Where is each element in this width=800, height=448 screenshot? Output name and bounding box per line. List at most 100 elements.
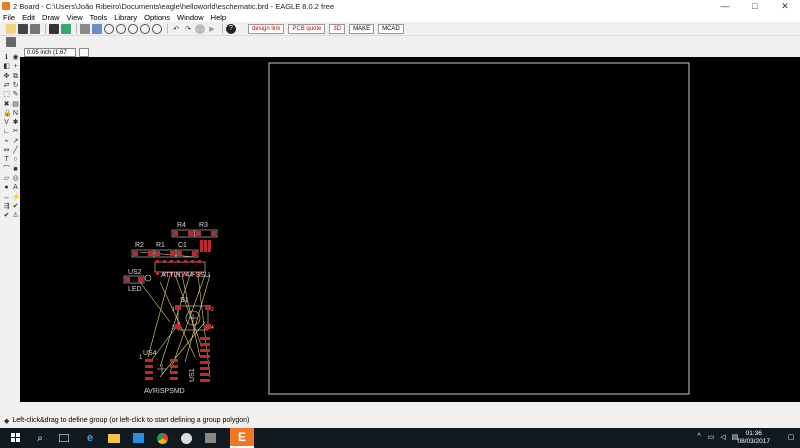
zoom-fit-icon[interactable] (104, 23, 114, 34)
smash-icon[interactable]: ✱ (12, 119, 19, 126)
label-s1-pin4: 4 (211, 325, 214, 331)
chrome-icon[interactable] (150, 428, 174, 448)
mirror-icon[interactable]: ⇄ (3, 82, 10, 89)
component-us4[interactable] (145, 359, 153, 380)
value-icon[interactable]: V (3, 119, 10, 126)
layers-icon[interactable] (92, 23, 102, 34)
dimension-icon[interactable]: ↔ (3, 194, 10, 201)
info-icon[interactable]: ℹ (3, 54, 10, 61)
rect-icon[interactable]: ■ (12, 166, 19, 173)
network-icon[interactable]: ▭ (706, 433, 716, 443)
menu-view[interactable]: View (67, 13, 83, 22)
search-icon[interactable]: ⌕ (28, 428, 52, 448)
cam-icon[interactable] (49, 23, 59, 34)
task-view-icon[interactable] (52, 428, 76, 448)
help-icon[interactable]: ? (226, 23, 236, 34)
minimize-button[interactable]: — (710, 0, 740, 12)
menu-file[interactable]: File (3, 13, 15, 22)
move-icon[interactable]: ✥ (3, 73, 10, 80)
make-button[interactable]: MAKE (349, 23, 375, 34)
design-link-button[interactable]: design link (248, 23, 285, 34)
eagle-icon[interactable]: E (230, 428, 254, 448)
pin-header-top[interactable] (200, 240, 211, 252)
zoom-out-icon[interactable] (128, 23, 138, 34)
polygon-icon[interactable]: ▱ (3, 175, 10, 182)
notification-icon[interactable]: ▢ (786, 433, 796, 443)
text-icon[interactable]: T (3, 156, 10, 163)
menu-options[interactable]: Options (144, 13, 170, 22)
show-icon[interactable]: ◉ (12, 54, 19, 61)
pin-header-right[interactable] (200, 337, 210, 382)
open-icon[interactable] (6, 23, 16, 34)
go-icon[interactable]: ▶ (207, 24, 217, 34)
board-icon[interactable] (61, 23, 71, 34)
menu-library[interactable]: Library (114, 13, 137, 22)
command-line-button[interactable] (79, 47, 89, 57)
wire-icon[interactable]: ╱ (12, 147, 19, 154)
zoom-redraw-icon[interactable] (152, 23, 162, 34)
maximize-button[interactable]: □ (740, 0, 770, 12)
group-icon[interactable]: ⬚ (3, 91, 10, 98)
menu-help[interactable]: Help (211, 13, 226, 22)
copy-icon[interactable]: ⧉ (12, 73, 19, 80)
mark-icon[interactable]: + (12, 63, 19, 70)
main-toolbar: ↶ ↷ ▶ ? design link PCB quote 3D MAKE MC… (0, 22, 800, 36)
grid-icon[interactable] (80, 23, 90, 34)
drc-icon[interactable]: ✔ (3, 212, 10, 219)
menu-edit[interactable]: Edit (22, 13, 35, 22)
menu-window[interactable]: Window (177, 13, 204, 22)
label-avrispsmd: AVRISPSMD (144, 388, 185, 395)
ratsnest-icon[interactable]: ⚡ (12, 194, 21, 201)
resistor-r4[interactable] (171, 229, 195, 238)
name-icon[interactable]: N (12, 110, 19, 117)
pcb-quote-button[interactable]: PCB quote (288, 23, 326, 34)
resistor-r3[interactable] (194, 229, 218, 238)
tray-up-icon[interactable]: ^ (694, 433, 704, 443)
menu-tools[interactable]: Tools (90, 13, 108, 22)
resistor-r2[interactable] (131, 249, 155, 258)
save-icon[interactable] (18, 23, 28, 34)
app-icon[interactable] (198, 428, 222, 448)
menu-draw[interactable]: Draw (42, 13, 60, 22)
via-icon[interactable]: ◎ (12, 175, 19, 182)
arc-icon[interactable]: ⌒ (3, 166, 10, 173)
miter-icon[interactable]: ∟ (3, 128, 10, 135)
erc-icon[interactable]: ✔ (12, 203, 19, 210)
split-icon[interactable]: ✂ (12, 128, 19, 135)
store-icon[interactable] (126, 428, 150, 448)
undo-icon[interactable]: ↶ (171, 24, 181, 34)
stop-icon[interactable] (195, 23, 205, 34)
display-icon[interactable]: ◧ (3, 63, 10, 70)
fusion-button[interactable]: 3D (329, 23, 346, 34)
route-icon[interactable]: ↗ (12, 138, 19, 145)
redo-icon[interactable]: ↷ (183, 24, 193, 34)
zoom-select-icon[interactable] (140, 23, 150, 34)
circle-icon[interactable]: ○ (12, 156, 19, 163)
file-explorer-icon[interactable] (102, 428, 126, 448)
grid-settings-icon[interactable] (6, 36, 16, 47)
resistor-r1[interactable] (153, 249, 177, 258)
delete-icon[interactable]: ✖ (3, 101, 10, 108)
lock-icon[interactable]: 🔒 (3, 110, 12, 117)
led-us2[interactable] (123, 275, 145, 284)
errors-icon[interactable]: ⚠ (12, 212, 19, 219)
volume-icon[interactable]: ◁ (718, 433, 728, 443)
autorouter-icon[interactable]: ⇶ (3, 203, 10, 210)
close-button[interactable]: ✕ (770, 0, 800, 12)
paste-icon[interactable]: ▤ (12, 101, 19, 108)
zoom-in-icon[interactable] (116, 23, 126, 34)
change-icon[interactable]: ✎ (12, 91, 19, 98)
hole-icon[interactable]: ● (3, 184, 10, 191)
attribute-icon[interactable]: A (12, 184, 19, 191)
windows-start-icon[interactable] (4, 428, 28, 448)
edge-icon[interactable]: e (78, 428, 102, 448)
github-icon[interactable] (174, 428, 198, 448)
taskbar-clock[interactable]: 01:36 08/03/2017 (737, 430, 770, 446)
board-canvas[interactable]: R4 R3 R2 R1 C1 ATTINY44-SSU US2 LED S1 1… (20, 57, 800, 402)
print-icon[interactable] (30, 23, 40, 34)
rotate-icon[interactable]: ↻ (12, 82, 19, 89)
ripup-icon[interactable]: ↭ (3, 147, 10, 154)
optimize-icon[interactable]: ⌁ (3, 138, 10, 145)
mcad-button[interactable]: MCAD (378, 23, 404, 34)
capacitor-c1[interactable] (175, 249, 199, 258)
